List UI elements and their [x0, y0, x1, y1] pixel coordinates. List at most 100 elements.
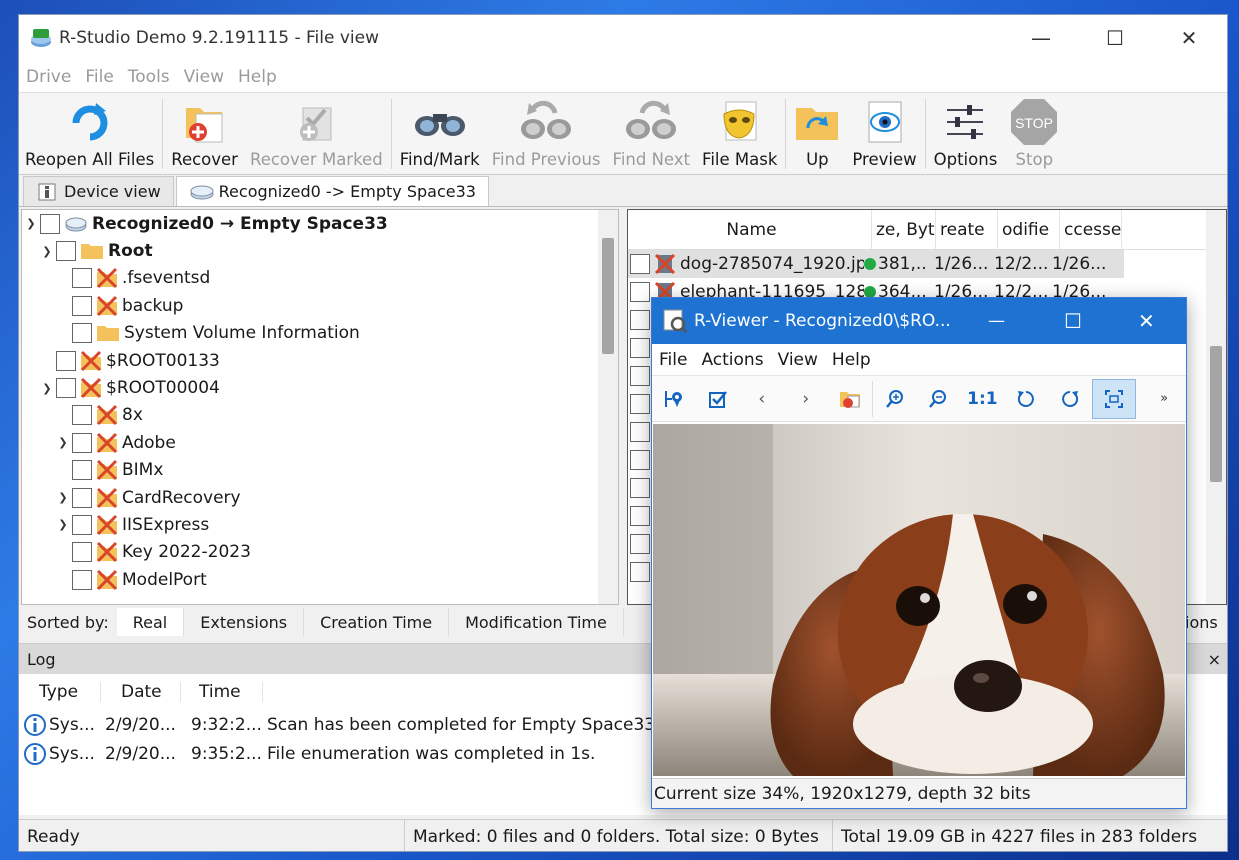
- tree-checkbox[interactable]: [56, 241, 76, 262]
- tree-node[interactable]: backup: [22, 292, 618, 319]
- viewer-maximize-button[interactable]: ☐: [1064, 309, 1082, 333]
- sort-tab-truncated[interactable]: ions: [1185, 613, 1218, 632]
- tree-checkbox[interactable]: [72, 432, 92, 453]
- viewer-menu-view[interactable]: View: [771, 350, 825, 370]
- toolbar-overflow-button[interactable]: »: [1142, 379, 1186, 419]
- tree-node[interactable]: ❯ Adobe: [22, 429, 618, 456]
- tree-checkbox[interactable]: [72, 542, 92, 563]
- next-button[interactable]: ›: [784, 379, 828, 419]
- viewer-menu-help[interactable]: Help: [825, 350, 878, 370]
- recover-marked-button[interactable]: Recover Marked: [244, 92, 389, 174]
- file-checkbox[interactable]: [630, 534, 650, 554]
- tree-checkbox[interactable]: [72, 460, 92, 481]
- expand-icon[interactable]: ❯: [56, 491, 70, 504]
- mark-button[interactable]: [696, 379, 740, 419]
- up-button[interactable]: Up: [788, 92, 846, 174]
- file-checkbox[interactable]: [630, 338, 650, 358]
- file-mask-button[interactable]: File Mask: [696, 92, 783, 174]
- minimize-button[interactable]: —: [1009, 15, 1073, 61]
- viewer-close-button[interactable]: ✕: [1138, 309, 1155, 333]
- menu-drive[interactable]: Drive: [19, 67, 78, 87]
- preview-button[interactable]: Preview: [846, 92, 922, 174]
- log-column-time[interactable]: Time: [181, 682, 263, 702]
- viewer-menu-file[interactable]: File: [652, 350, 694, 370]
- close-button[interactable]: ✕: [1157, 15, 1221, 61]
- log-column-date[interactable]: Date: [101, 682, 181, 702]
- column-created[interactable]: reate: [936, 210, 998, 249]
- tree-checkbox[interactable]: [72, 405, 92, 426]
- tree-checkbox[interactable]: [72, 487, 92, 508]
- rotate-right-button[interactable]: [1048, 379, 1092, 419]
- scrollbar-thumb[interactable]: [1210, 346, 1222, 482]
- file-checkbox[interactable]: [630, 282, 650, 302]
- tree-node[interactable]: 8x: [22, 402, 618, 429]
- tree-node[interactable]: .fseventsd: [22, 265, 618, 292]
- tab-device-view[interactable]: Device view: [23, 176, 174, 206]
- tree-checkbox[interactable]: [56, 378, 76, 399]
- column-name[interactable]: Name: [628, 210, 872, 249]
- file-checkbox[interactable]: [630, 394, 650, 414]
- reopen-all-files-button[interactable]: Reopen All Files: [19, 92, 160, 174]
- find-next-button[interactable]: Find Next: [607, 92, 697, 174]
- column-size[interactable]: ze, Byt: [872, 210, 936, 249]
- file-row[interactable]: dog-2785074_1920.jp 381,... 1/26... 12/2…: [628, 250, 1124, 278]
- tree-node-recognized[interactable]: ❯ Recognized0 → Empty Space33: [22, 210, 618, 237]
- actual-size-button[interactable]: 1:1: [960, 379, 1004, 419]
- tree-checkbox[interactable]: [72, 295, 92, 316]
- recover-file-button[interactable]: [828, 379, 872, 419]
- stop-button[interactable]: STOP Stop: [1003, 92, 1065, 174]
- sort-tab-modification-time[interactable]: Modification Time: [449, 608, 624, 636]
- tree-checkbox[interactable]: [56, 350, 76, 371]
- file-checkbox[interactable]: [630, 310, 650, 330]
- file-checkbox[interactable]: [630, 254, 650, 274]
- tree-node[interactable]: BIMx: [22, 457, 618, 484]
- log-close-button[interactable]: ×: [1208, 650, 1221, 669]
- tree-node[interactable]: Key 2022-2023: [22, 539, 618, 566]
- tree-node[interactable]: $ROOT00133: [22, 347, 618, 374]
- tree-checkbox[interactable]: [40, 213, 60, 234]
- tree-checkbox[interactable]: [72, 514, 92, 535]
- collapse-icon[interactable]: ❯: [24, 217, 38, 230]
- fit-to-window-button[interactable]: [1092, 378, 1137, 419]
- tree-node[interactable]: ❯ IISExpress: [22, 511, 618, 538]
- column-modified[interactable]: odifie: [998, 210, 1060, 249]
- collapse-icon[interactable]: ❯: [40, 382, 54, 395]
- menu-help[interactable]: Help: [231, 67, 284, 87]
- tab-recognized[interactable]: Recognized0 -> Empty Space33: [175, 176, 489, 206]
- sort-tab-real[interactable]: Real: [116, 608, 185, 636]
- column-accessed[interactable]: ccesse: [1060, 210, 1122, 249]
- viewer-minimize-button[interactable]: —: [988, 311, 1005, 331]
- file-checkbox[interactable]: [630, 422, 650, 442]
- log-column-type[interactable]: Type: [19, 682, 101, 702]
- expand-icon[interactable]: ❯: [56, 436, 70, 449]
- tree-node[interactable]: ❯ $ROOT00004: [22, 374, 618, 401]
- file-checkbox[interactable]: [630, 450, 650, 470]
- tree-node[interactable]: ModelPort: [22, 566, 618, 593]
- file-checkbox[interactable]: [630, 562, 650, 582]
- tree-node[interactable]: System Volume Information: [22, 320, 618, 347]
- zoom-in-button[interactable]: [873, 379, 917, 419]
- maximize-button[interactable]: ☐: [1083, 15, 1147, 61]
- tree-checkbox[interactable]: [72, 323, 92, 344]
- tree-node-root[interactable]: ❯ Root: [22, 237, 618, 264]
- viewer-menu-actions[interactable]: Actions: [694, 350, 770, 370]
- menu-tools[interactable]: Tools: [121, 67, 177, 87]
- file-list-scrollbar[interactable]: [1206, 210, 1226, 604]
- tree-checkbox[interactable]: [72, 268, 92, 289]
- rotate-left-button[interactable]: [1004, 379, 1048, 419]
- menu-file[interactable]: File: [78, 67, 120, 87]
- sort-tab-creation-time[interactable]: Creation Time: [304, 608, 450, 636]
- file-checkbox[interactable]: [630, 478, 650, 498]
- tree-node[interactable]: ❯ CardRecovery: [22, 484, 618, 511]
- find-previous-button[interactable]: Find Previous: [486, 92, 607, 174]
- collapse-icon[interactable]: ❯: [40, 245, 54, 258]
- scrollbar-thumb[interactable]: [602, 238, 614, 354]
- options-button[interactable]: Options: [928, 92, 1004, 174]
- zoom-out-button[interactable]: [917, 379, 961, 419]
- file-checkbox[interactable]: [630, 366, 650, 386]
- tree-checkbox[interactable]: [72, 569, 92, 590]
- locate-file-button[interactable]: [652, 379, 696, 419]
- sort-tab-extensions[interactable]: Extensions: [184, 608, 305, 636]
- previous-button[interactable]: ‹: [740, 379, 784, 419]
- file-checkbox[interactable]: [630, 506, 650, 526]
